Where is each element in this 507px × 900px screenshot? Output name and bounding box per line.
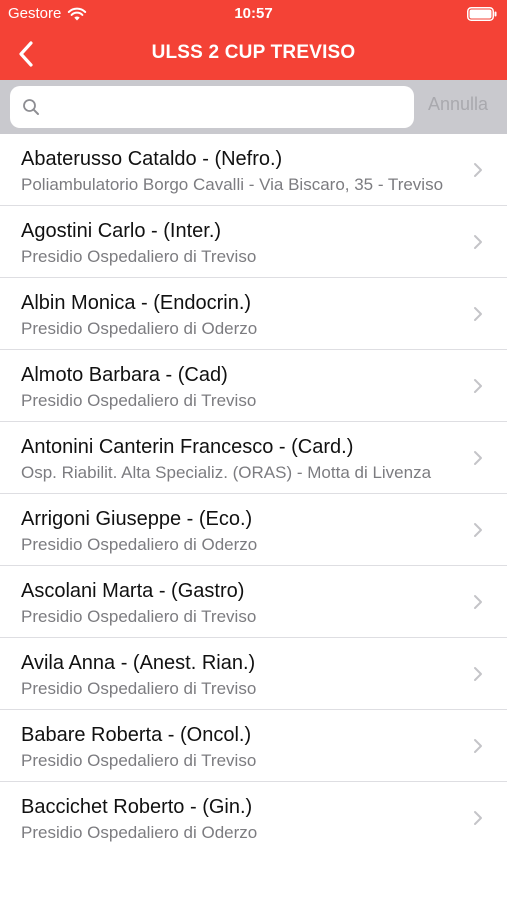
search-bar: Annulla [0, 80, 507, 134]
chevron-right-icon [474, 738, 482, 753]
chevron-right-icon [474, 810, 482, 825]
chevron-right-icon [474, 306, 482, 321]
app-screen: Gestore 10:57 ULSS 2 CUP TREVISO Annulla… [0, 0, 507, 900]
chevron-right-icon [474, 378, 482, 393]
page-title: ULSS 2 CUP TREVISO [151, 42, 356, 63]
doctor-name: Albin Monica - (Endocrin.) [21, 292, 252, 314]
list-item[interactable]: Avila Anna - (Anest. Rian.) Presidio Osp… [0, 638, 507, 710]
doctor-name: Babare Roberta - (Oncol.) [21, 724, 252, 746]
doctor-name: Agostini Carlo - (Inter.) [21, 220, 222, 242]
list-item[interactable]: Baccichet Roberto - (Gin.) Presidio Ospe… [0, 782, 507, 853]
cancel-button[interactable]: Annulla [428, 94, 488, 115]
doctor-name: Baccichet Roberto - (Gin.) [21, 796, 253, 818]
doctor-name: Avila Anna - (Anest. Rian.) [21, 652, 256, 674]
doctor-location: Presidio Ospedaliero di Treviso [21, 751, 257, 770]
chevron-right-icon [474, 522, 482, 537]
list-item[interactable]: Arrigoni Giuseppe - (Eco.) Presidio Ospe… [0, 494, 507, 566]
doctor-location: Presidio Ospedaliero di Treviso [21, 391, 257, 410]
search-input[interactable] [48, 88, 412, 126]
navigation-bar: ULSS 2 CUP TREVISO [0, 30, 507, 80]
doctor-name: Arrigoni Giuseppe - (Eco.) [21, 508, 253, 530]
list-item[interactable]: Agostini Carlo - (Inter.) Presidio Osped… [0, 206, 507, 278]
status-time: 10:57 [234, 5, 273, 22]
chevron-right-icon [474, 594, 482, 609]
doctor-location: Presidio Ospedaliero di Treviso [21, 679, 257, 698]
doctor-location: Osp. Riabilit. Alta Specializ. (ORAS) - … [21, 463, 432, 482]
doctor-name: Antonini Canterin Francesco - (Card.) [21, 436, 354, 458]
doctor-name: Ascolani Marta - (Gastro) [21, 580, 245, 602]
chevron-right-icon [474, 234, 482, 249]
list-item[interactable]: Abaterusso Cataldo - (Nefro.) Poliambula… [0, 134, 507, 206]
list-item[interactable]: Albin Monica - (Endocrin.) Presidio Ospe… [0, 278, 507, 350]
doctor-list: Abaterusso Cataldo - (Nefro.) Poliambula… [0, 134, 507, 853]
list-item[interactable]: Antonini Canterin Francesco - (Card.) Os… [0, 422, 507, 494]
doctor-name: Almoto Barbara - (Cad) [21, 364, 228, 386]
doctor-name: Abaterusso Cataldo - (Nefro.) [21, 148, 283, 170]
list-item[interactable]: Ascolani Marta - (Gastro) Presidio Osped… [0, 566, 507, 638]
search-icon [23, 99, 39, 115]
list-item[interactable]: Babare Roberta - (Oncol.) Presidio Osped… [0, 710, 507, 782]
doctor-location: Presidio Ospedaliero di Treviso [21, 607, 257, 626]
status-bar: Gestore 10:57 [0, 0, 507, 30]
doctor-location: Presidio Ospedaliero di Treviso [21, 247, 257, 266]
doctor-location: Presidio Ospedaliero di Oderzo [21, 823, 258, 842]
list-item[interactable]: Almoto Barbara - (Cad) Presidio Ospedali… [0, 350, 507, 422]
doctor-location: Presidio Ospedaliero di Oderzo [21, 535, 258, 554]
chevron-right-icon [474, 162, 482, 177]
chevron-right-icon [474, 666, 482, 681]
doctor-location: Poliambulatorio Borgo Cavalli - Via Bisc… [21, 175, 444, 194]
search-field[interactable] [10, 86, 414, 128]
doctor-location: Presidio Ospedaliero di Oderzo [21, 319, 258, 338]
chevron-right-icon [474, 450, 482, 465]
battery-icon [467, 7, 497, 21]
